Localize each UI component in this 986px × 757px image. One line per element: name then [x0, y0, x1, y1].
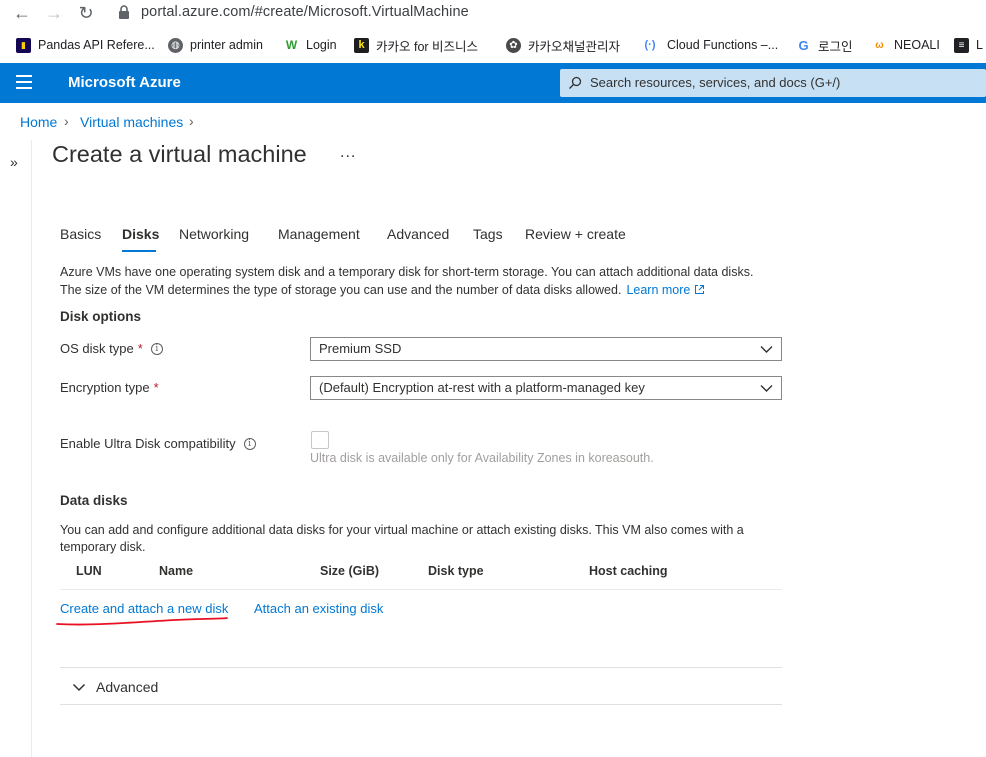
encryption-type-select[interactable]: (Default) Encryption at-rest with a plat… — [310, 376, 782, 400]
required-asterisk: * — [137, 341, 143, 356]
chevron-down-icon — [760, 346, 773, 353]
doc-icon: ≡ — [954, 37, 969, 53]
red-annotation-underline — [56, 617, 228, 626]
column-header-size[interactable]: Size (GiB) — [320, 564, 379, 578]
data-disks-desc-line2: temporary disk. — [60, 540, 146, 554]
info-icon[interactable]: i — [243, 437, 256, 450]
divider — [60, 704, 782, 705]
learn-more-link[interactable]: Learn more — [626, 281, 690, 299]
bookmark-doc[interactable]: ≡ L — [954, 35, 983, 55]
tab-disks[interactable]: Disks — [122, 226, 159, 242]
tab-advanced[interactable]: Advanced — [387, 226, 449, 242]
chevron-down-icon[interactable] — [72, 681, 86, 693]
breadcrumb-virtual-machines[interactable]: Virtual machines — [80, 114, 183, 130]
w-logo-icon: W — [285, 37, 298, 52]
more-options-icon[interactable]: ... — [340, 144, 356, 162]
search-placeholder: Search resources, services, and docs (G+… — [590, 75, 841, 90]
create-attach-new-disk-link[interactable]: Create and attach a new disk — [60, 601, 228, 616]
reload-icon[interactable]: ↻ — [75, 2, 97, 24]
hamburger-menu-icon[interactable] — [16, 75, 32, 91]
cloud-functions-icon: (·) — [644, 38, 656, 51]
intro-text-line1: Azure VMs have one operating system disk… — [60, 265, 754, 279]
forward-arrow-icon[interactable]: → — [43, 2, 65, 24]
advanced-section-toggle[interactable]: Advanced — [96, 679, 158, 695]
bookmark-pandas[interactable]: ▮ Pandas API Refere... — [16, 35, 155, 55]
bookmark-kakao-business[interactable]: k 카카오 for 비즈니스 — [354, 35, 478, 55]
bookmark-login[interactable]: W Login — [284, 35, 337, 55]
encryption-type-label: Encryption type * — [60, 380, 159, 395]
tab-management[interactable]: Management — [278, 226, 360, 242]
neoali-icon: ω — [875, 39, 884, 51]
data-disks-desc-line1: You can add and configure additional dat… — [60, 523, 744, 537]
info-icon[interactable]: i — [150, 342, 163, 355]
column-header-disk-type[interactable]: Disk type — [428, 564, 484, 578]
column-header-host-caching[interactable]: Host caching — [589, 564, 668, 578]
expand-sidebar-icon[interactable]: » — [10, 154, 18, 170]
tab-basics[interactable]: Basics — [60, 226, 101, 242]
bookmark-cloud-functions[interactable]: (·) Cloud Functions –... — [640, 35, 779, 55]
external-link-icon[interactable] — [694, 284, 705, 295]
divider — [31, 140, 32, 757]
back-arrow-icon[interactable]: ← — [11, 2, 33, 24]
divider — [60, 589, 782, 590]
ultra-disk-checkbox[interactable] — [311, 431, 329, 449]
tab-review-create[interactable]: Review + create — [525, 226, 626, 242]
lock-icon[interactable] — [118, 5, 130, 19]
breadcrumb-home[interactable]: Home — [20, 114, 57, 130]
os-disk-type-select[interactable]: Premium SSD — [310, 337, 782, 361]
tab-tags[interactable]: Tags — [473, 226, 503, 242]
os-disk-type-label: OS disk type * i — [60, 341, 163, 356]
bookmark-printer-admin[interactable]: ◍ printer admin — [168, 35, 263, 55]
chevron-right-icon: › — [189, 113, 194, 129]
kakao-k-icon: k — [354, 37, 369, 53]
required-asterisk: * — [153, 380, 159, 395]
bookmarks-bar: ▮ Pandas API Refere... ◍ printer admin W… — [0, 31, 986, 59]
globe-icon: ◍ — [168, 37, 183, 53]
browser-toolbar: ← → ↻ portal.azure.com/#create/Microsoft… — [0, 0, 986, 27]
column-header-name[interactable]: Name — [159, 564, 193, 578]
google-g-icon: G — [798, 37, 809, 53]
brand-title[interactable]: Microsoft Azure — [68, 74, 181, 91]
active-tab-indicator — [122, 250, 156, 252]
column-header-lun[interactable]: LUN — [76, 564, 102, 578]
search-icon — [569, 76, 582, 89]
bookmark-kakao-channel[interactable]: ✿ 카카오채널관리자 — [506, 35, 620, 55]
bookmark-neoali[interactable]: ω NEOALI — [872, 35, 940, 55]
page-title: Create a virtual machine — [52, 141, 307, 167]
disk-options-heading: Disk options — [60, 309, 142, 324]
chevron-right-icon: › — [64, 113, 69, 129]
channel-icon: ✿ — [506, 37, 521, 53]
chevron-down-icon — [760, 385, 773, 392]
ultra-disk-helper-text: Ultra disk is available only for Availab… — [310, 451, 654, 465]
address-bar[interactable]: portal.azure.com/#create/Microsoft.Virtu… — [141, 4, 469, 20]
bookmark-google-login[interactable]: G 로그인 — [796, 35, 852, 55]
attach-existing-disk-link[interactable]: Attach an existing disk — [254, 601, 383, 616]
intro-text-line2: The size of the VM determines the type o… — [60, 281, 705, 299]
divider — [60, 667, 782, 668]
pandas-icon: ▮ — [16, 37, 31, 53]
tab-networking[interactable]: Networking — [179, 226, 249, 242]
ultra-disk-label: Enable Ultra Disk compatibility i — [60, 436, 256, 451]
data-disks-heading: Data disks — [60, 493, 128, 508]
